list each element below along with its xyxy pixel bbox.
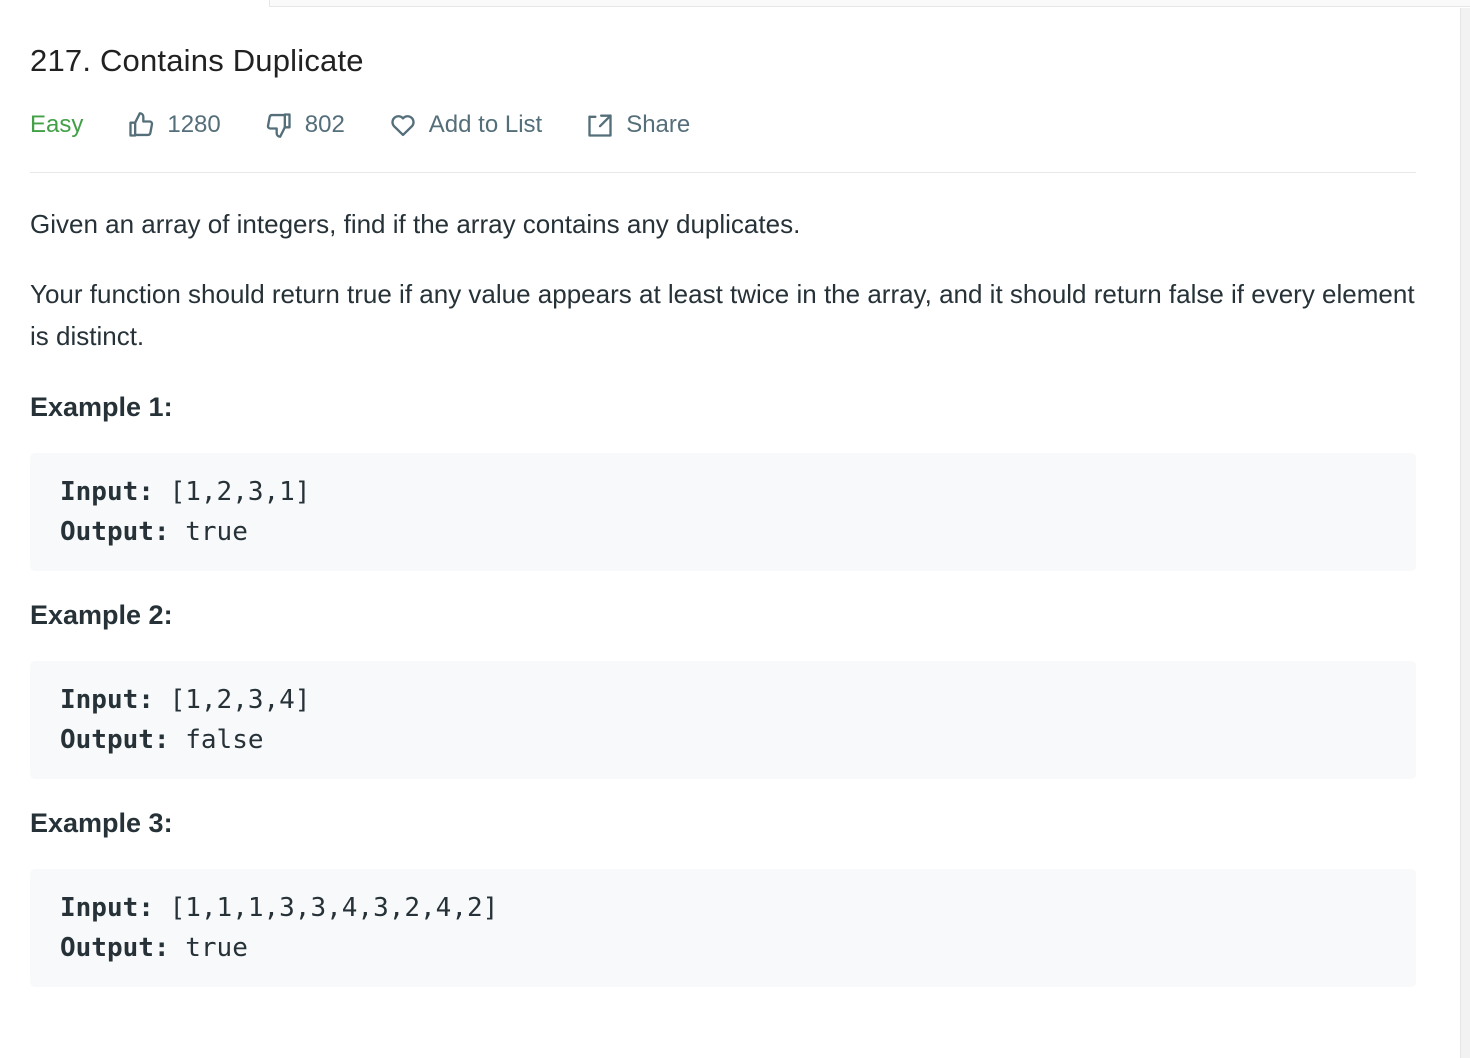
- example-code-block: Input: [1,1,1,3,3,4,3,2,4,2] Output: tru…: [30, 869, 1416, 987]
- thumbs-up-icon: [129, 112, 154, 137]
- input-label: Input:: [60, 477, 154, 507]
- output-label: Output:: [60, 725, 170, 755]
- example-output-value: false: [185, 725, 264, 755]
- example-output-value: true: [185, 933, 248, 963]
- share-label: Share: [626, 111, 691, 138]
- output-label: Output:: [60, 933, 170, 963]
- heart-icon: [391, 115, 415, 137]
- problem-title: 217. Contains Duplicate: [30, 43, 364, 78]
- example-input-line: Input: [1,2,3,1]: [60, 472, 1386, 512]
- problem-description: Given an array of integers, find if the …: [30, 203, 1416, 987]
- add-to-list-label: Add to List: [428, 111, 543, 138]
- problem-meta-bar: Easy 1280 802 Add to List Share: [30, 105, 1416, 173]
- share-button[interactable]: Share: [586, 111, 690, 139]
- example-input-value: [1,1,1,3,3,4,3,2,4,2]: [169, 893, 499, 923]
- example-title: Example 3:: [30, 808, 173, 838]
- input-label: Input:: [60, 685, 154, 715]
- input-label: Input:: [60, 893, 154, 923]
- output-label: Output:: [60, 517, 170, 547]
- example-output-line: Output: true: [60, 512, 1386, 552]
- example-input-line: Input: [1,1,1,3,3,4,3,2,4,2]: [60, 888, 1386, 928]
- top-tab-strip: [269, 0, 1470, 7]
- example-output-line: Output: true: [60, 928, 1386, 968]
- like-count: 1280: [167, 111, 221, 138]
- dislike-count: 802: [304, 111, 345, 138]
- description-paragraph: Given an array of integers, find if the …: [30, 209, 801, 239]
- example-code-block: Input: [1,2,3,4] Output: false: [30, 661, 1416, 779]
- like-button[interactable]: 1280: [127, 111, 221, 139]
- scrollbar[interactable]: [1460, 8, 1470, 1058]
- example-code-block: Input: [1,2,3,1] Output: true: [30, 453, 1416, 571]
- share-icon: [588, 114, 612, 137]
- example-title: Example 1:: [30, 392, 173, 422]
- example-input-value: [1,2,3,4]: [169, 685, 311, 715]
- problem-description-panel: 217. Contains Duplicate Easy 1280 802 Ad…: [30, 36, 1416, 987]
- example-output-value: true: [185, 517, 248, 547]
- example-input-line: Input: [1,2,3,4]: [60, 680, 1386, 720]
- description-paragraph: Your function should return true if any …: [30, 279, 1415, 351]
- example-output-line: Output: false: [60, 720, 1386, 760]
- example-title: Example 2:: [30, 600, 173, 630]
- dislike-button[interactable]: 802: [265, 111, 345, 139]
- add-to-list-button[interactable]: Add to List: [389, 111, 542, 139]
- example-input-value: [1,2,3,1]: [169, 477, 311, 507]
- thumbs-down-icon: [266, 113, 291, 138]
- difficulty-label: Easy: [30, 111, 84, 138]
